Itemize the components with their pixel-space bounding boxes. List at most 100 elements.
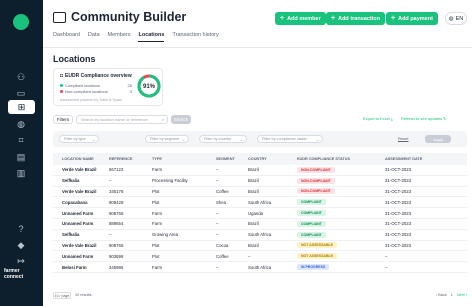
cell-assessment-date: 31-OCT-2023 [385,188,412,194]
back-label: Back [438,293,447,297]
cell-country: South Africa [248,232,272,238]
cell-type: Farm [152,210,163,216]
tab-dashboard[interactable]: Dashboard [53,32,80,42]
cell-location-name: Selfkalia [62,178,80,184]
search-button[interactable]: Search [171,115,191,124]
cell-location-name: Unnamed Farm [62,253,94,259]
cell-type: Farm [152,221,163,227]
tab-locations[interactable]: Locations [138,32,165,42]
filter-type-dropdown[interactable]: Filter by type ⌄ [59,135,99,143]
cell-location-name: Unnamed Farm [62,210,94,216]
cell-type: Plot [152,242,160,248]
table-row[interactable]: Selfkalia – Growing Area – South Africa COMPL… [53,230,467,241]
back-button[interactable]: ‹ Back [436,293,447,297]
table-row[interactable]: Unnamed Farm 908765 Farm – Uganda COMPLIANT 31… [53,208,467,219]
filters-label: Filters [56,117,70,122]
search-input[interactable]: Search by location name or reference ⌕ [76,115,168,124]
col-assessment-date[interactable]: ASSESSMENT DATE [385,157,445,161]
add-payment-button[interactable]: + Add payment [386,12,438,25]
cell-assessment-date: 31-OCT-2023 [385,221,412,227]
filter-country-dropdown[interactable]: Filter by country ⌄ [199,135,247,143]
status-badge: COMPLIANT [297,210,326,217]
calendar-icon[interactable]: ▭ [14,86,28,100]
document-icon[interactable]: ▤ [14,150,28,164]
col-type[interactable]: TYPE [152,157,216,161]
chevron-down-icon: ⌄ [181,137,185,142]
tab-data[interactable]: Data [88,32,100,42]
cell-compliance-status: NOT ASSESSABLE [297,242,385,249]
export-excel-link[interactable]: Export to Excel ⤓ [363,116,393,121]
table-row[interactable]: Copacabana 908428 Plot Shea South Africa COMP… [53,197,467,209]
app-icon [53,11,66,23]
cell-type: Plot [152,253,160,259]
tab-members[interactable]: Members [108,32,131,42]
status-badge: NON-COMPLIANT [297,188,335,195]
globe-icon[interactable]: ◍ [14,117,28,131]
cell-compliance-status: IN PROGRESS [297,264,385,271]
col-segment[interactable]: SEGMENT [216,157,248,161]
apply-button[interactable]: Apply [425,135,451,143]
filters-button[interactable]: Filters [53,115,73,124]
header: Community Builder + Add member + Add tra… [43,0,472,48]
cell-reference: 345178 [109,188,124,194]
table-row[interactable]: Unnamed Farm 903699 Plot Coffee – NOT ASSESSA… [53,251,467,263]
col-location-name[interactable]: LOCATION NAME [53,157,109,161]
filter-segment-dropdown[interactable]: Filter by segment ⌄ [145,135,189,143]
add-payment-label: Add payment [398,15,433,22]
cell-assessment-date: – [385,253,388,259]
assessment-note: Assessment powered by Trade & Space [60,98,123,102]
report-icon[interactable]: ▥ [14,166,28,180]
table-header: LOCATION NAME REFERENCE TYPE SEGMENT COU… [53,153,467,165]
table-row[interactable]: Unnamed Farm 889654 Farm – Brazil COMPLIANT 31… [53,219,467,230]
table-row[interactable]: Selfkalia – Processing Facility – Brazil NON-… [53,176,467,187]
language-selector[interactable]: ◍ EN [445,12,467,25]
table-row[interactable]: Verde Vale Brazil 345178 Plot Coffee Brazil N… [53,187,467,198]
add-member-button[interactable]: + Add member [275,12,326,25]
help-icon[interactable]: ? [14,222,28,236]
reset-link[interactable]: Reset [398,136,408,141]
compliance-donut: 91% [137,74,161,98]
cell-compliance-status: NOT ASSESSABLE [297,253,385,260]
filter-segment-placeholder: Filter by segment [150,137,180,141]
table-row[interactable]: Belosi Farm 345986 Farm – South Africa IN PRO… [53,262,467,273]
next-button[interactable]: Next › [457,293,467,297]
add-transaction-button[interactable]: + Add transaction [326,12,385,25]
refresh-link[interactable]: Refresh to see updates ↻ [401,116,447,121]
status-badge: IN PROGRESS [297,264,330,271]
filter-compliance-dropdown[interactable]: Filter by compliance status ⌄ [257,135,323,143]
cell-country: Brazil [248,188,259,194]
add-transaction-label: Add transaction [338,15,380,22]
pagination-footer: 10 / page 10 results ‹ Back 1 Next › [53,292,467,300]
table-body: Verde Vale Brazil 567123 Farm – Brazil NON-CO… [53,165,467,273]
red-dot-icon [60,90,63,93]
cell-type: Farm [152,264,163,270]
settings-icon[interactable]: ◆ [14,238,28,252]
col-compliance-status[interactable]: EUDR COMPLIANCE STATUS [297,157,385,161]
tab-bar: Dashboard Data Members Locations Transac… [53,32,219,42]
cell-reference: 903699 [109,253,124,259]
people-icon[interactable]: ⚇ [14,70,28,84]
main-content: Community Builder + Add member + Add tra… [43,0,472,306]
table-row[interactable]: Verde Vale Brazil 567123 Farm – Brazil NON-CO… [53,165,467,176]
refresh-label: Refresh to see updates [400,116,443,121]
pager: ‹ Back 1 Next › [436,293,467,297]
logout-icon[interactable]: ↦ [14,254,28,268]
status-badge: NOT ASSESSABLE [297,242,337,249]
tab-transaction-history[interactable]: Transaction history [172,32,218,42]
status-badge: COMPLIANT [297,220,326,227]
cell-segment: Coffee [216,188,229,194]
col-country[interactable]: COUNTRY [248,157,297,161]
app-logo[interactable] [13,14,29,30]
cell-reference: 345986 [109,264,124,270]
filter-country-placeholder: Filter by country [204,137,232,141]
cell-assessment-date: – [385,264,388,270]
per-page-select[interactable]: 10 / page [53,292,71,299]
compliant-label: Compliant locations [65,83,100,88]
col-reference[interactable]: REFERENCE [109,157,152,161]
search-icon: ⌕ [161,117,164,122]
community-builder-icon[interactable]: ⊞ [8,100,35,114]
scan-icon[interactable]: ⌗ [14,133,28,147]
table-row[interactable]: Verde Vale Brazil 908765 Plot Cocoa Brazil NO… [53,241,467,252]
sidebar: ⚇ ▭ ⊞ ◍ ⌗ ▤ ▥ ? ◆ ↦ farmer connect [0,0,43,306]
cell-reference: – [109,178,112,184]
